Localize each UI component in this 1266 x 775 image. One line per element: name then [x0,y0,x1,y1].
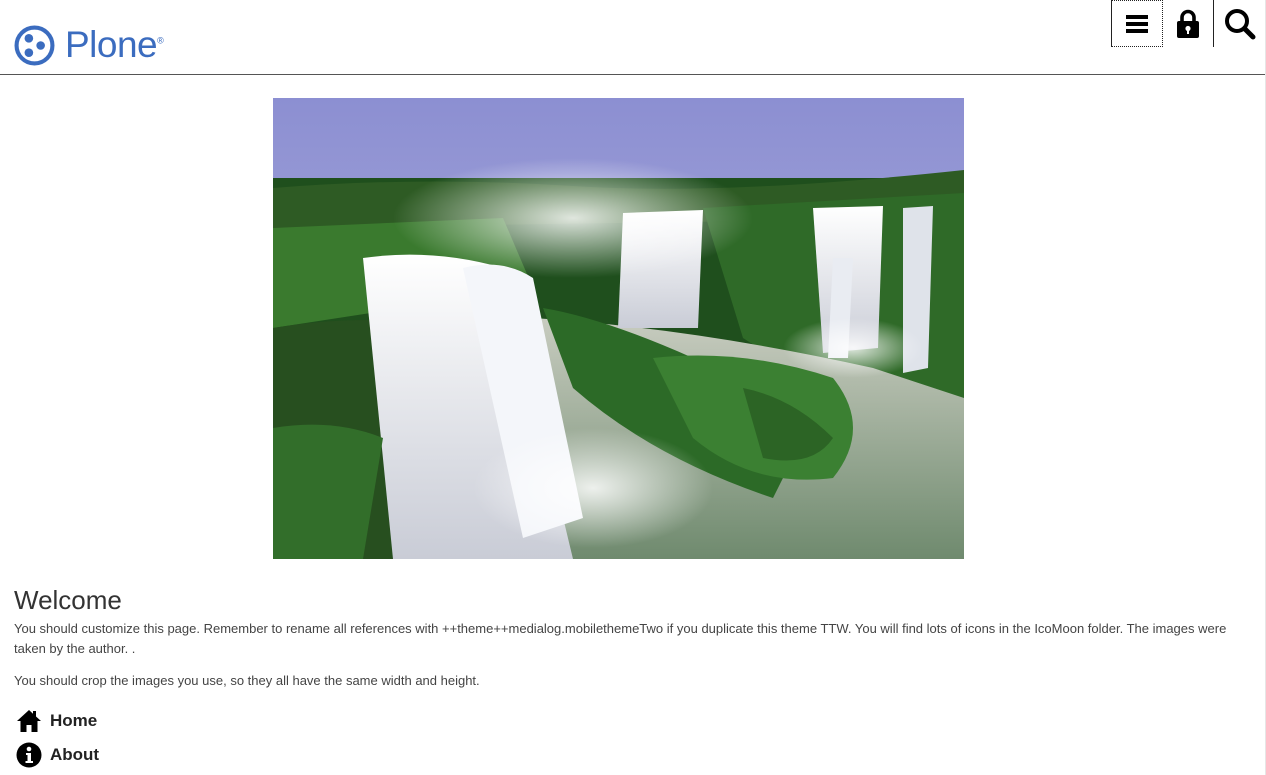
plone-logo[interactable]: Plone® [14,23,164,66]
logo-registered-mark: ® [157,35,164,46]
header-toolbar [1111,0,1265,47]
page-title: Welcome [14,585,122,615]
hero-image-waterfall [273,98,964,559]
info-icon [15,741,43,769]
logo-text: Plone® [65,23,164,65]
site-header: Plone® [0,0,1265,75]
lock-icon [1177,9,1199,38]
waterfall-photo [273,98,964,559]
nav-item-label: Home [50,711,98,730]
search-icon [1224,8,1255,39]
search-button[interactable] [1214,0,1265,47]
nav-item-label: About [50,745,100,764]
login-button[interactable] [1163,0,1214,47]
footer-nav: Home About [14,704,1254,772]
nav-item-about[interactable]: About [14,738,1254,772]
plone-logo-icon [14,25,55,65]
nav-item-home[interactable]: Home [14,704,1254,738]
crop-note-paragraph: You should crop the images you use, so t… [14,673,480,688]
intro-paragraph: You should customize this page. Remember… [14,621,1227,656]
main-content: Welcome You should customize this page. … [14,584,1254,772]
hamburger-menu-icon [1126,14,1148,33]
home-icon [15,707,43,735]
menu-button[interactable] [1111,0,1163,47]
